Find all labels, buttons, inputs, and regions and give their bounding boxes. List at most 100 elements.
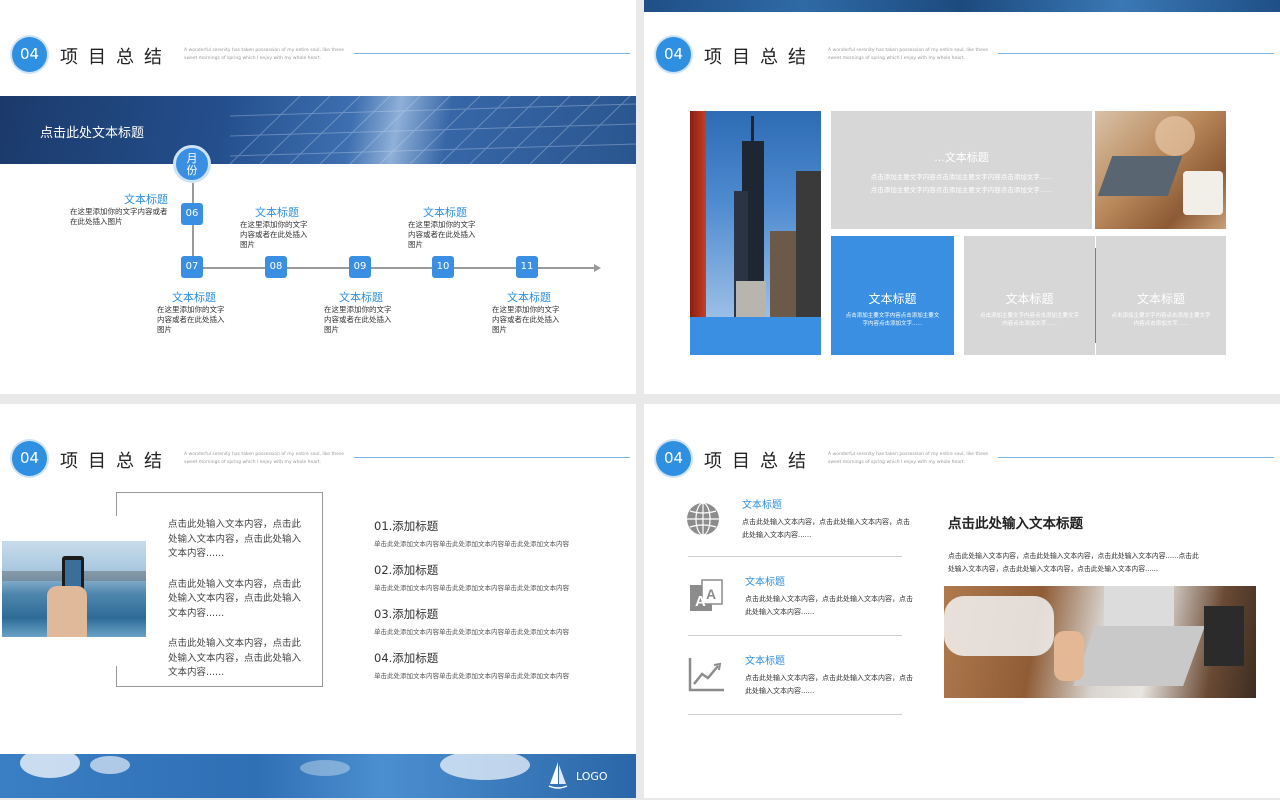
text-box-blue: 文本标题 点击添加主要文字内容点击添加主要文字内容点击添加文字...... — [831, 236, 954, 355]
header-divider — [354, 53, 630, 54]
item-text: 在这里添加你的文字内容或者在此处插入图片 — [240, 220, 308, 249]
section-subtitle: A wonderful serenity has taken possessio… — [184, 452, 344, 465]
section-number-badge: 04 — [656, 441, 691, 476]
list-item-text: 单击此处添加文本内容单击此处添加文本内容单击此处添加文本内容 — [374, 672, 569, 680]
timeline-arrow-icon — [594, 264, 601, 272]
section-title: 项目总结 — [60, 451, 172, 472]
slide-header: 04 项目总结 A wonderful serenity has taken p… — [12, 441, 630, 481]
list-item-text: 单击此处添加文本内容单击此处添加文本内容单击此处添加文本内容 — [374, 540, 569, 548]
box-title: ...文本标题 — [934, 151, 989, 164]
slide-timeline: 04 项目总结 A wonderful serenity has taken p… — [0, 0, 636, 394]
box-text: 点击添加主要文字内容点击添加主要文字内容点击添加文字...... — [1111, 313, 1211, 327]
timeline-item-10: 文本标题 在这里添加你的文字内容或者在此处插入图片 — [408, 204, 482, 250]
section-title: 项目总结 — [704, 451, 816, 472]
laptop-meeting-image — [1095, 111, 1226, 229]
item-title: 文本标题 — [172, 291, 216, 304]
timeline-item-06: 文本标题 在这里添加你的文字内容或者在此处插入图片 — [70, 191, 170, 227]
text-box-top: ...文本标题 点击添加主要文字内容点击添加主要文字内容点击添加文字......… — [831, 111, 1092, 229]
slide-header: 04 项目总结 A wonderful serenity has taken p… — [656, 37, 1274, 77]
item-text: 在这里添加你的文字内容或者在此处插入图片 — [492, 305, 560, 334]
frame-paragraphs: 点击此处输入文本内容，点击此处输入文本内容，点击此处输入文本内容...... 点… — [168, 518, 308, 681]
text-box-gray-right: 文本标题 点击添加主要文字内容点击添加主要文字内容点击添加文字...... — [1096, 236, 1226, 355]
list-item-title: 04.添加标题 — [374, 651, 439, 665]
box-title: 文本标题 — [1136, 292, 1185, 306]
section-subtitle: A wonderful serenity has taken possessio… — [184, 48, 344, 61]
icon-list-item: 文本标题 点击此处输入文本内容，点击此处输入文本内容，点击此处输入文本内容...… — [742, 496, 912, 542]
item-title: 文本标题 — [745, 577, 785, 588]
content-body: 点击此处输入文本内容，点击此处输入文本内容，点击此处输入文本内容......点击… — [948, 552, 1199, 573]
month-label: 月份 — [186, 152, 198, 177]
paragraph: 点击此处输入文本内容，点击此处输入文本内容，点击此处输入文本内容...... — [168, 638, 302, 678]
ocean-strip-image — [644, 0, 1280, 12]
item-title: 文本标题 — [507, 291, 551, 304]
timeline-node-10: 10 — [432, 256, 454, 278]
phone-sea-image — [2, 541, 146, 637]
globe-icon — [686, 502, 720, 536]
text-box-gray-left: 文本标题 点击添加主要文字内容点击添加主要文字内容点击添加文字...... — [964, 236, 1095, 355]
text-icon: AA — [688, 579, 724, 613]
item-title: 文本标题 — [339, 291, 383, 304]
list-item-text: 单击此处添加文本内容单击此处添加文本内容单击此处添加文本内容 — [374, 628, 569, 636]
timeline-item-07: 文本标题 在这里添加你的文字内容或者在此处插入图片 — [157, 289, 231, 335]
timeline-vertical-line — [192, 183, 194, 267]
header-divider — [998, 457, 1274, 458]
sky-banner-image — [0, 754, 636, 798]
item-title: 文本标题 — [745, 656, 785, 667]
item-title: 文本标题 — [255, 206, 299, 219]
banner-title: 点击此处文本标题 — [40, 126, 145, 141]
item-title: 文本标题 — [124, 193, 168, 206]
timeline-node-08: 08 — [265, 256, 287, 278]
slide-header: 04 项目总结 A wonderful serenity has taken p… — [12, 37, 630, 77]
chart-icon — [688, 656, 726, 692]
section-subtitle: A wonderful serenity has taken possessio… — [828, 48, 988, 61]
header-divider — [354, 457, 630, 458]
list-item-title: 03.添加标题 — [374, 607, 439, 621]
list-item: 01.添加标题 单击此处添加文本内容单击此处添加文本内容单击此处添加文本内容 — [374, 518, 614, 562]
slide-header: 04 项目总结 A wonderful serenity has taken p… — [656, 441, 1274, 481]
month-circle: 月份 — [173, 145, 211, 183]
numbered-list: 01.添加标题 单击此处添加文本内容单击此处添加文本内容单击此处添加文本内容 0… — [374, 518, 614, 694]
item-text: 点击此处输入文本内容，点击此处输入文本内容，点击此处输入文本内容...... — [742, 518, 910, 539]
office-laptop-image — [944, 586, 1256, 698]
section-subtitle: A wonderful serenity has taken possessio… — [828, 452, 988, 465]
svg-text:A: A — [695, 593, 706, 610]
timeline-node-11: 11 — [516, 256, 538, 278]
paragraph: 点击此处输入文本内容，点击此处输入文本内容，点击此处输入文本内容...... — [168, 578, 302, 619]
timeline-node-06: 06 — [181, 203, 203, 225]
item-text: 在这里添加你的文字内容或者在此处插入图片 — [157, 305, 225, 334]
logo-text: LOGO — [576, 770, 608, 783]
list-item: 04.添加标题 单击此处添加文本内容单击此处添加文本内容单击此处添加文本内容 — [374, 650, 614, 694]
item-text: 点击此处输入文本内容，点击此处输入文本内容，点击此处输入文本内容...... — [745, 674, 913, 695]
list-item: 03.添加标题 单击此处添加文本内容单击此处添加文本内容单击此处添加文本内容 — [374, 606, 614, 650]
icon-list-item: 文本标题 点击此处输入文本内容，点击此处输入文本内容，点击此处输入文本内容...… — [745, 652, 913, 698]
content-heading: 点击此处输入文本标题 — [948, 516, 1083, 532]
slide-text-list: 04 项目总结 A wonderful serenity has taken p… — [0, 404, 636, 798]
section-number-badge: 04 — [12, 37, 47, 72]
svg-text:A: A — [706, 586, 716, 602]
item-divider — [688, 635, 902, 636]
item-title: 文本标题 — [742, 500, 782, 511]
section-number-badge: 04 — [12, 441, 47, 476]
header-divider — [998, 53, 1274, 54]
item-divider — [688, 556, 902, 557]
list-item-title: 01.添加标题 — [374, 519, 439, 533]
item-text: 点击此处输入文本内容，点击此处输入文本内容，点击此处输入文本内容...... — [745, 595, 913, 616]
icon-list-item: 文本标题 点击此处输入文本内容，点击此处输入文本内容，点击此处输入文本内容...… — [745, 573, 913, 619]
slide-image-grid: 04 项目总结 A wonderful serenity has taken p… — [644, 0, 1280, 394]
section-number-badge: 04 — [656, 37, 691, 72]
box-text: 点击添加主要文字内容点击添加主要文字内容点击添加文字...... — [845, 313, 940, 327]
timeline-item-08: 文本标题 在这里添加你的文字内容或者在此处插入图片 — [240, 204, 314, 250]
item-title: 文本标题 — [423, 206, 467, 219]
section-title: 项目总结 — [704, 47, 816, 68]
timeline-item-09: 文本标题 在这里添加你的文字内容或者在此处插入图片 — [324, 289, 398, 335]
skyscraper-image — [690, 111, 821, 317]
timeline-item-11: 文本标题 在这里添加你的文字内容或者在此处插入图片 — [492, 289, 566, 335]
item-text: 在这里添加你的文字内容或者在此处插入图片 — [324, 305, 392, 334]
box-text: 点击添加主要文字内容点击添加主要文字内容点击添加文字......点击添加主要文字… — [870, 173, 1053, 194]
timeline-node-07: 07 — [181, 256, 203, 278]
item-divider — [688, 714, 902, 715]
logo-sail-icon — [548, 760, 568, 790]
item-text: 在这里添加你的文字内容或者在此处插入图片 — [70, 207, 168, 226]
item-text: 在这里添加你的文字内容或者在此处插入图片 — [408, 220, 476, 249]
box-title: 文本标题 — [868, 292, 917, 306]
